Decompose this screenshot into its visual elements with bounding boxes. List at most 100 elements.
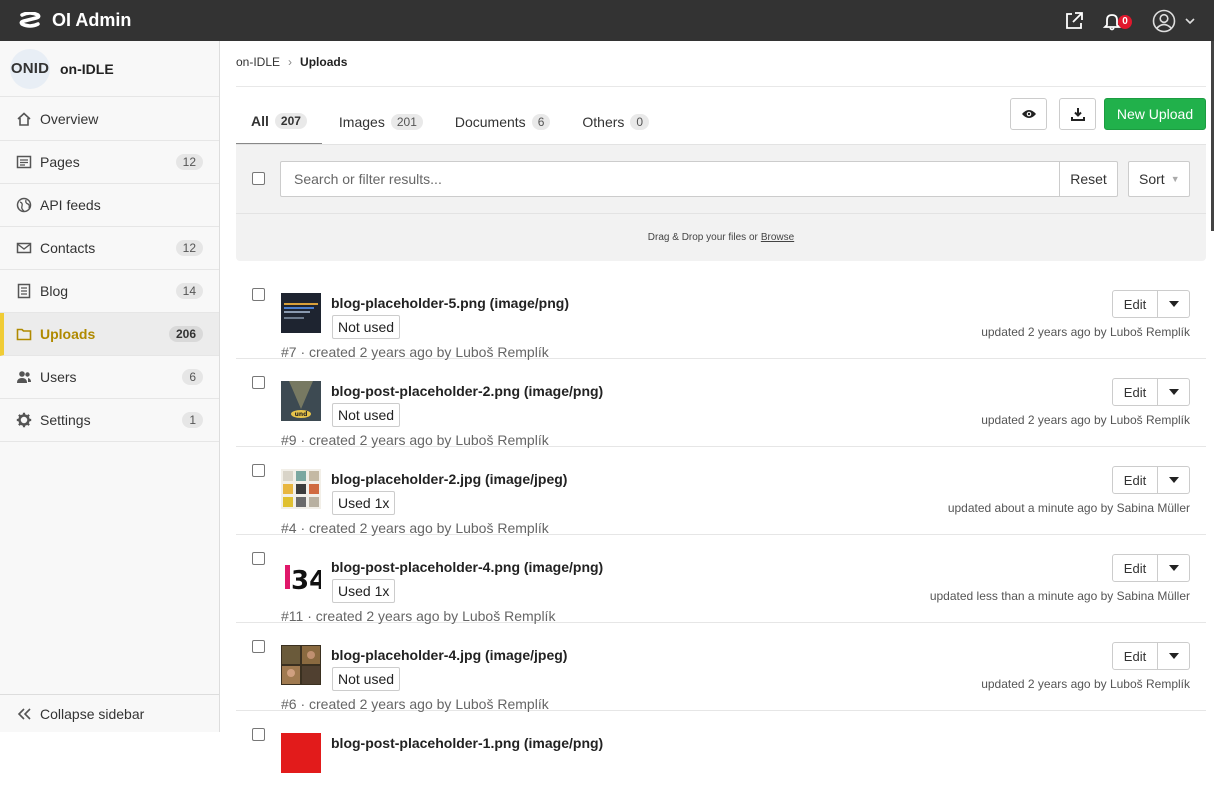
blog-icon <box>17 283 31 299</box>
sidebar-item-count: 6 <box>182 369 203 385</box>
edit-button[interactable]: Edit <box>1112 466 1158 494</box>
row-checkbox[interactable] <box>252 464 265 477</box>
envelope-icon <box>16 242 32 254</box>
thumbnail-image[interactable]: und <box>281 381 321 421</box>
top-bar: OI Admin 0 <box>0 0 1214 41</box>
thumbnail-image[interactable] <box>281 293 321 333</box>
notification-count-badge: 0 <box>1118 14 1132 29</box>
new-upload-button[interactable]: New Upload <box>1104 98 1206 130</box>
edit-button-group: Edit <box>1112 554 1190 582</box>
sidebar-item-overview[interactable]: Overview <box>0 98 219 141</box>
notifications-button[interactable]: 0 <box>1102 11 1132 31</box>
file-dropzone[interactable]: Drag & Drop your files or Browse <box>236 213 1206 261</box>
usage-badge: Not used <box>332 403 401 427</box>
list-item: 34 blog-post-placeholder-4.png (image/pn… <box>236 535 1206 624</box>
file-name[interactable]: blog-placeholder-4.jpg (image/jpeg) <box>331 647 567 663</box>
edit-button[interactable]: Edit <box>1112 290 1158 318</box>
preview-toggle-button[interactable] <box>1010 98 1047 130</box>
chevron-down-icon: ▼ <box>1170 174 1180 184</box>
edit-button[interactable]: Edit <box>1112 642 1158 670</box>
caret-down-icon <box>1168 389 1179 395</box>
browse-link[interactable]: Browse <box>761 232 794 243</box>
more-actions-button[interactable] <box>1158 378 1190 406</box>
sidebar-item-uploads[interactable]: Uploads 206 <box>0 313 219 356</box>
app-title: OI Admin <box>52 10 132 30</box>
thumbnail-image[interactable] <box>281 733 321 773</box>
edit-button[interactable]: Edit <box>1112 378 1158 406</box>
thumbnail-image[interactable] <box>281 645 321 685</box>
updated-info: updated less than a minute ago by Sabina… <box>929 589 1190 603</box>
external-link-button[interactable] <box>1064 11 1084 31</box>
row-checkbox[interactable] <box>252 728 265 741</box>
more-actions-button[interactable] <box>1158 642 1190 670</box>
more-actions-button[interactable] <box>1158 466 1190 494</box>
list-item: blog-post-placeholder-1.png (image/png) <box>236 711 1206 799</box>
sidebar-item-settings[interactable]: Settings 1 <box>0 399 219 442</box>
usage-badge: Not used <box>332 315 401 339</box>
svg-text:34: 34 <box>291 566 321 596</box>
sort-dropdown[interactable]: Sort ▼ <box>1128 161 1190 197</box>
brand[interactable]: OI Admin <box>18 10 131 31</box>
usage-badge: Used 1x <box>332 491 396 515</box>
sidebar-item-count: 1 <box>182 412 203 428</box>
file-name[interactable]: blog-placeholder-2.jpg (image/jpeg) <box>331 471 567 487</box>
breadcrumb-current: Uploads <box>300 55 348 69</box>
users-icon <box>17 371 31 383</box>
eye-icon <box>1021 110 1036 118</box>
chevron-down-icon <box>1185 17 1195 24</box>
thumbnail-image[interactable]: 34 <box>281 557 321 597</box>
more-actions-button[interactable] <box>1158 290 1190 318</box>
sidebar-item-pages[interactable]: Pages 12 <box>0 141 219 184</box>
tab-label: All <box>251 113 269 129</box>
project-switcher[interactable]: ONID on-IDLE <box>0 41 219 97</box>
sidebar-item-count: 206 <box>168 326 203 342</box>
search-input[interactable]: Search or filter results... <box>280 161 1060 197</box>
download-icon <box>1070 108 1085 121</box>
collapse-sidebar-button[interactable]: Collapse sidebar <box>0 694 219 732</box>
list-item: blog-placeholder-5.png (image/png) Not u… <box>236 271 1206 360</box>
updated-info: updated 2 years ago by Luboš Remplík <box>981 325 1190 339</box>
pages-icon <box>16 155 32 169</box>
tab-documents[interactable]: Documents 6 <box>440 99 566 145</box>
tab-count: 207 <box>274 113 307 129</box>
breadcrumb: on-IDLE › Uploads <box>236 55 347 69</box>
download-button[interactable] <box>1059 98 1096 130</box>
row-checkbox[interactable] <box>252 552 265 565</box>
select-all-checkbox[interactable] <box>252 172 265 185</box>
tab-label: Images <box>338 114 385 130</box>
sidebar-item-api-feeds[interactable]: API feeds <box>0 184 219 227</box>
sidebar-item-blog[interactable]: Blog 14 <box>0 270 219 313</box>
updated-info: updated 2 years ago by Luboš Remplík <box>981 413 1190 427</box>
edit-button-group: Edit <box>1112 290 1190 318</box>
sidebar-item-users[interactable]: Users 6 <box>0 356 219 399</box>
file-name[interactable]: blog-placeholder-5.png (image/png) <box>331 295 569 311</box>
breadcrumb-parent[interactable]: on-IDLE <box>236 55 280 69</box>
sidebar-item-contacts[interactable]: Contacts 12 <box>0 227 219 270</box>
edit-button-group: Edit <box>1112 642 1190 670</box>
sidebar-item-label: Blog <box>40 283 69 299</box>
file-meta: #4 · created 2 years ago by Luboš Remplí… <box>281 520 549 536</box>
tab-count: 201 <box>390 114 423 130</box>
file-meta: #7 · created 2 years ago by Luboš Remplí… <box>281 344 549 360</box>
reset-button[interactable]: Reset <box>1059 161 1118 197</box>
edit-button[interactable]: Edit <box>1112 554 1158 582</box>
updated-info: updated 2 years ago by Luboš Remplík <box>981 677 1190 691</box>
user-menu-button[interactable] <box>1152 9 1196 33</box>
file-name[interactable]: blog-post-placeholder-4.png (image/png) <box>331 559 603 575</box>
tab-others[interactable]: Others 0 <box>567 99 664 145</box>
more-actions-button[interactable] <box>1158 554 1190 582</box>
file-name[interactable]: blog-post-placeholder-2.png (image/png) <box>331 383 603 399</box>
divider <box>236 86 1206 87</box>
logo-icon <box>19 11 41 28</box>
tab-images[interactable]: Images 201 <box>324 99 438 145</box>
tab-label: Others <box>582 114 625 130</box>
file-name[interactable]: blog-post-placeholder-1.png (image/png) <box>331 735 603 751</box>
row-checkbox[interactable] <box>252 376 265 389</box>
updated-info: updated about a minute ago by Sabina Mül… <box>947 501 1190 515</box>
row-checkbox[interactable] <box>252 640 265 653</box>
tab-all[interactable]: All 207 <box>236 99 322 145</box>
home-icon <box>17 112 31 126</box>
row-checkbox[interactable] <box>252 288 265 301</box>
thumbnail-image[interactable] <box>281 469 321 509</box>
search-placeholder: Search or filter results... <box>294 171 442 187</box>
